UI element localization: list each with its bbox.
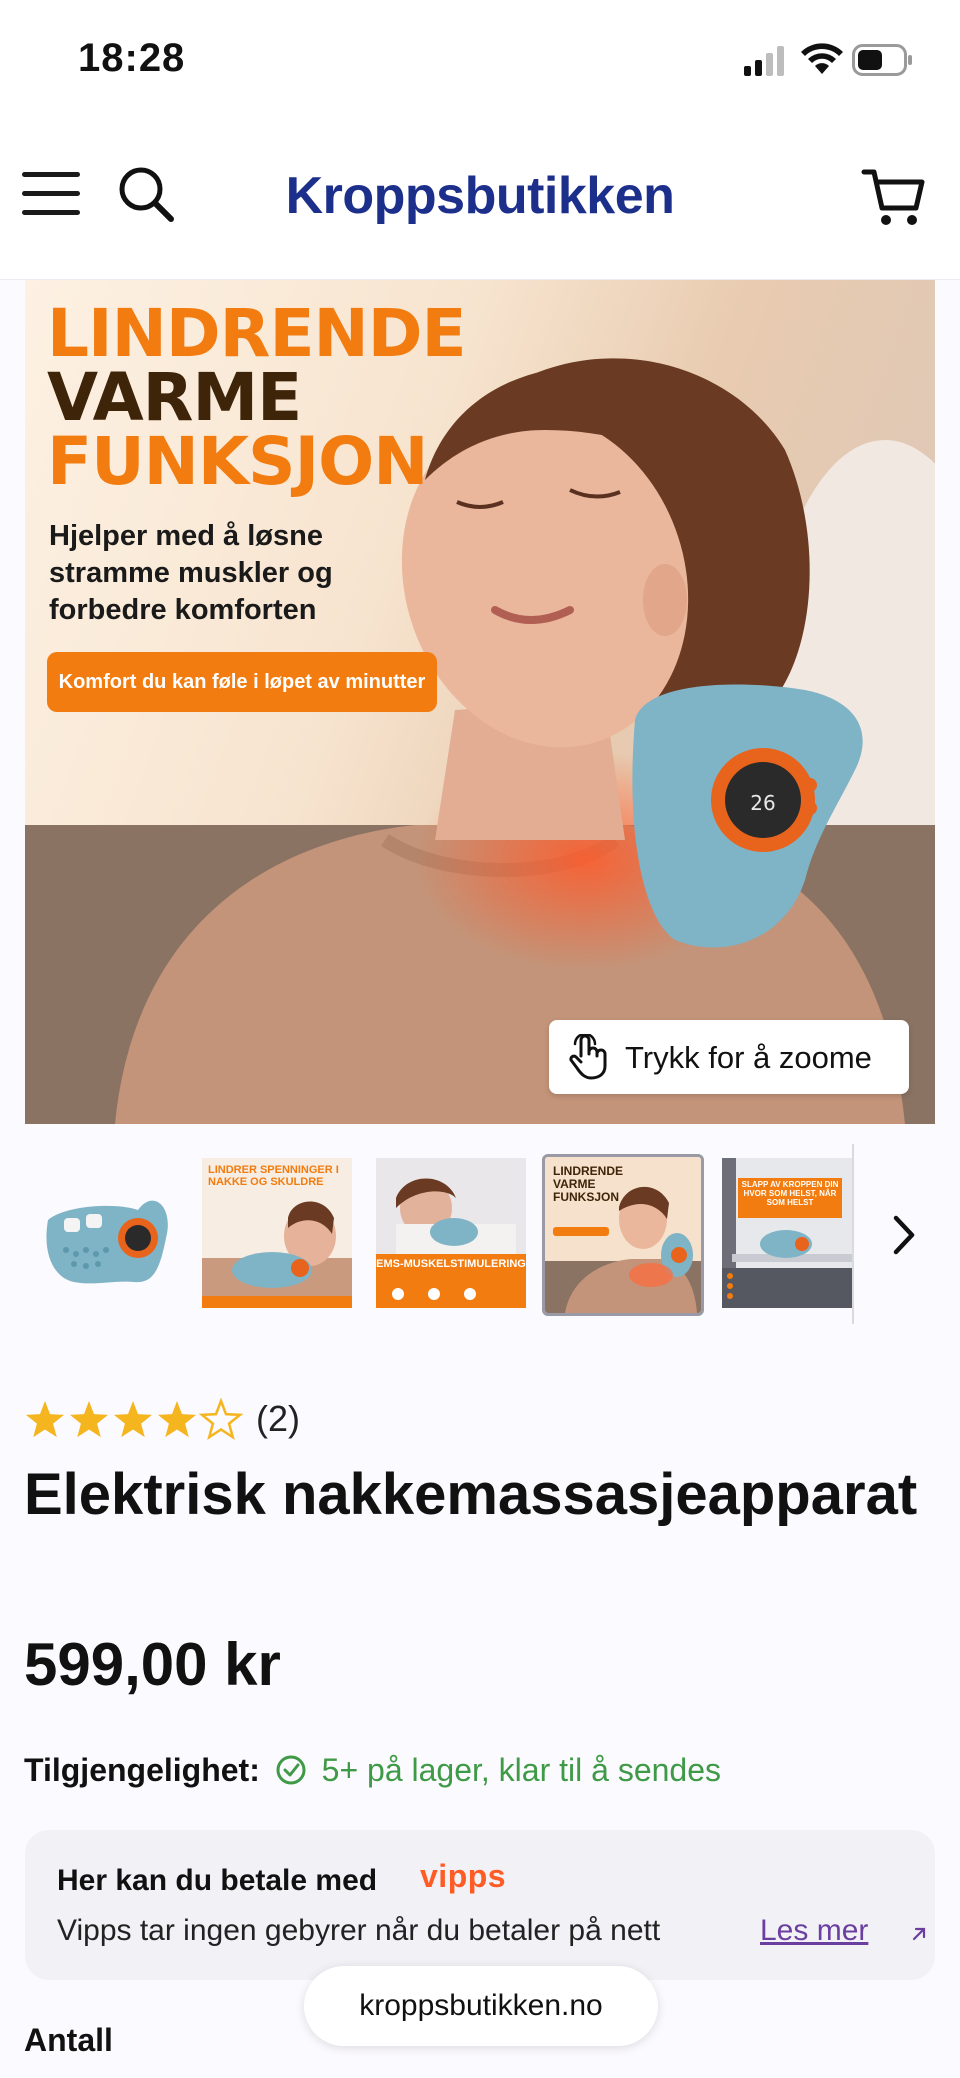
thumbnail-1-image xyxy=(34,1158,184,1308)
check-circle-icon xyxy=(276,1755,306,1785)
thumbnail-divider xyxy=(852,1144,854,1324)
vipps-read-more-link[interactable]: Les mer xyxy=(760,1914,868,1948)
availability: Tilgjengelighet: 5+ på lager, klar til å… xyxy=(24,1752,721,1792)
thumbnail-5-caption: SLAPP AV KROPPEN DIN HVOR SOM HELST, NÅR… xyxy=(741,1180,839,1207)
external-arrow-icon xyxy=(912,1927,926,1941)
vipps-payment-box: Her kan du betale med vipps Vipps tar in… xyxy=(25,1830,935,1980)
thumbnail-4-caption: LINDRENDE VARME FUNKSJON xyxy=(553,1164,624,1204)
tap-hand-icon xyxy=(569,1034,607,1080)
cellular-signal-icon xyxy=(744,46,784,76)
thumbnail-3[interactable]: EMS-MUSKELSTIMULERING xyxy=(376,1158,526,1308)
device-display: 26 xyxy=(750,791,775,815)
hero-headline: LINDRENDE VARME FUNKSJON xyxy=(47,295,467,500)
status-time: 18:28 xyxy=(78,36,186,80)
quantity-label: Antall xyxy=(24,2022,113,2058)
star-4-icon xyxy=(157,1401,197,1438)
star-3-icon xyxy=(113,1401,153,1438)
hero-pill: Komfort du kan føle i løpet av minutter xyxy=(47,652,437,712)
status-bar: 18:28 xyxy=(0,0,960,120)
vipps-text: Vipps tar ingen gebyrer når du betaler p… xyxy=(57,1914,661,1947)
hero-headline-line1: LINDRENDE xyxy=(47,295,467,372)
vipps-heading: Her kan du betale med xyxy=(57,1864,378,1897)
product-main-image[interactable]: 26 LINDRENDE VARME FUNKSJON Hjelper med … xyxy=(25,280,935,1124)
thumbnail-4-active[interactable]: LINDRENDE VARME FUNKSJON xyxy=(542,1154,704,1316)
wifi-icon xyxy=(801,43,843,74)
thumbnail-3-caption: EMS-MUSKELSTIMULERING xyxy=(376,1258,526,1270)
thumbnail-strip: LINDRER SPENNINGER I NAKKE OG SKULDRE EM… xyxy=(0,1144,960,1330)
star-2-icon xyxy=(69,1401,109,1438)
chevron-right-icon[interactable] xyxy=(884,1210,924,1260)
availability-label: Tilgjengelighet: xyxy=(24,1752,260,1788)
product-price: 599,00 kr xyxy=(24,1631,281,1698)
battery-icon xyxy=(852,44,912,76)
star-1-icon xyxy=(25,1401,65,1438)
site-header: Kroppsbutikken xyxy=(0,120,960,280)
thumbnail-5[interactable]: SLAPP AV KROPPEN DIN HVOR SOM HELST, NÅR… xyxy=(722,1158,852,1308)
rating-count: (2) xyxy=(256,1398,300,1439)
vipps-logo: vipps xyxy=(420,1858,507,1894)
hero-headline-line3: FUNKSJON xyxy=(47,423,428,500)
zoom-button[interactable]: Trykk for å zoome xyxy=(549,1020,909,1094)
star-5-icon xyxy=(198,1398,244,1441)
hero-headline-line2: VARME xyxy=(47,359,302,436)
product-page: 18:28 Kroppsbutikken 26 LINDRENDE VARME … xyxy=(0,0,960,2078)
site-logo[interactable]: Kroppsbutikken xyxy=(0,166,960,226)
zoom-label: Trykk for å zoome xyxy=(625,1040,872,1075)
thumbnail-2[interactable]: LINDRER SPENNINGER I NAKKE OG SKULDRE xyxy=(202,1158,352,1308)
browser-url-bar[interactable]: kroppsbutikken.no xyxy=(304,1966,658,2046)
cart-icon[interactable] xyxy=(860,164,926,230)
hero-subtitle: Hjelper med å løsne stramme muskler og f… xyxy=(49,520,333,626)
rating-stars-icon xyxy=(25,1398,244,1441)
thumbnail-2-caption: LINDRER SPENNINGER I NAKKE OG SKULDRE xyxy=(208,1164,339,1188)
product-title: Elektrisk nakkemassasjeapparat xyxy=(24,1462,918,1527)
thumbnail-1[interactable] xyxy=(34,1158,184,1308)
availability-value: 5+ på lager, klar til å sendes xyxy=(321,1752,721,1788)
thumbnail-3-image xyxy=(376,1158,526,1308)
